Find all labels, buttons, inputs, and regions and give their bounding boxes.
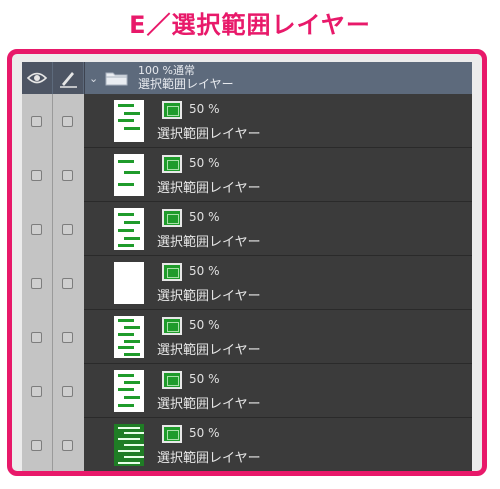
layer-opacity: 50 %: [189, 156, 220, 170]
selection-mask-icon: [162, 209, 182, 227]
layer-thumbnail: [114, 424, 144, 466]
layer-thumbnail: [114, 262, 144, 304]
selection-mask-icon: [162, 155, 182, 173]
selection-mask-icon: [162, 371, 182, 389]
layer-thumbnail: [114, 208, 144, 250]
folder-row[interactable]: ⌄ 100 %通常 選択範囲レイヤー: [22, 62, 472, 94]
layer-name: 選択範囲レイヤー: [157, 451, 261, 466]
layer-thumbnail: [114, 316, 144, 358]
lock-checkbox[interactable]: [62, 224, 73, 235]
layer-row[interactable]: 50 % 選択範囲レイヤー: [31, 149, 472, 202]
layer-row[interactable]: 50 % 選択範囲レイヤー: [31, 419, 472, 471]
layer-row[interactable]: 50 % 選択範囲レイヤー: [31, 95, 472, 148]
layer-name: 選択範囲レイヤー: [157, 181, 261, 196]
layer-row[interactable]: 50 % 選択範囲レイヤー: [31, 311, 472, 364]
layer-opacity: 50 %: [189, 372, 220, 386]
folder-icon: [105, 72, 128, 86]
layer-opacity: 50 %: [189, 318, 220, 332]
lock-checkbox[interactable]: [62, 278, 73, 289]
layer-row[interactable]: 50 % 選択範囲レイヤー: [31, 365, 472, 418]
layer-row[interactable]: 50 % 選択範囲レイヤー: [31, 203, 472, 256]
selection-mask-icon: [162, 317, 182, 335]
visibility-checkbox[interactable]: [31, 116, 42, 127]
layer-row[interactable]: 50 % 選択範囲レイヤー: [31, 257, 472, 310]
lock-checkbox[interactable]: [62, 116, 73, 127]
selection-mask-icon: [162, 101, 182, 119]
layer-name: 選択範囲レイヤー: [157, 343, 261, 358]
layer-opacity: 50 %: [189, 102, 220, 116]
lock-checkbox[interactable]: [62, 170, 73, 181]
lock-checkbox[interactable]: [62, 440, 73, 451]
layer-thumbnail: [114, 100, 144, 142]
visibility-checkbox[interactable]: [31, 332, 42, 343]
highlight-frame: ⌄ 100 %通常 選択範囲レイヤー 50 % 選択範囲レイヤー 50 % 選択範囲レ…: [7, 49, 487, 476]
selection-mask-icon: [162, 263, 182, 281]
layer-panel: ⌄ 100 %通常 選択範囲レイヤー 50 % 選択範囲レイヤー 50 % 選択範囲レ…: [22, 62, 472, 471]
layer-thumbnail: [114, 154, 144, 196]
layer-opacity: 50 %: [189, 264, 220, 278]
layer-name: 選択範囲レイヤー: [157, 289, 261, 304]
lock-toggle[interactable]: [53, 62, 83, 94]
page-title: E／選択範囲レイヤー: [129, 11, 371, 39]
layer-thumbnail: [114, 370, 144, 412]
pen-icon: [60, 72, 77, 88]
layer-name: 選択範囲レイヤー: [157, 235, 261, 250]
layer-name: 選択範囲レイヤー: [157, 397, 261, 412]
selection-mask-icon: [162, 425, 182, 443]
visibility-checkbox[interactable]: [31, 224, 42, 235]
visibility-checkbox[interactable]: [31, 278, 42, 289]
folder-name: 選択範囲レイヤー: [138, 77, 234, 91]
visibility-checkbox[interactable]: [31, 386, 42, 397]
eye-icon: [26, 72, 48, 84]
visibility-checkbox[interactable]: [31, 440, 42, 451]
layer-opacity: 50 %: [189, 210, 220, 224]
folder-opacity-blend: 100 %通常: [138, 64, 195, 77]
visibility-toggle[interactable]: [22, 62, 52, 94]
lock-checkbox[interactable]: [62, 332, 73, 343]
chevron-down-icon[interactable]: ⌄: [89, 72, 98, 85]
layer-name: 選択範囲レイヤー: [157, 127, 261, 142]
layer-opacity: 50 %: [189, 426, 220, 440]
lock-checkbox[interactable]: [62, 386, 73, 397]
visibility-checkbox[interactable]: [31, 170, 42, 181]
